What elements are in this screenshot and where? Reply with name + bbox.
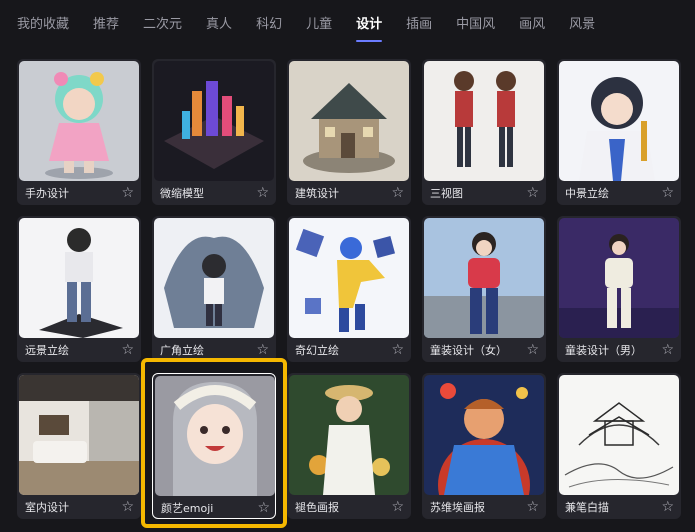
card-label: 广角立绘 [160, 344, 204, 357]
card-caption: 室内设计 ☆ [17, 495, 141, 519]
card-caption: 手办设计 ☆ [17, 181, 141, 205]
wide-angle-thumbnail [154, 218, 274, 338]
soviet-poster-thumbnail [424, 375, 544, 495]
tab-children[interactable]: 儿童 [306, 0, 332, 44]
tab-illustration[interactable]: 插画 [406, 0, 432, 44]
style-card[interactable]: 建筑设计 ☆ [287, 59, 411, 205]
card-caption: 奇幻立绘 ☆ [287, 338, 411, 362]
card-label: 奇幻立绘 [295, 344, 339, 357]
tab-recommended[interactable]: 推荐 [93, 0, 119, 44]
category-tabs: 我的收藏 推荐 二次元 真人 科幻 儿童 设计 插画 中国风 画风 风景 [0, 0, 695, 44]
style-card[interactable]: 微缩模型 ☆ [152, 59, 276, 205]
card-label: 苏维埃画报 [430, 501, 485, 514]
figurine-thumbnail [19, 61, 139, 181]
star-outline-icon[interactable]: ☆ [661, 186, 674, 200]
style-card[interactable]: 奇幻立绘 ☆ [287, 216, 411, 362]
style-card[interactable]: 远景立绘 ☆ [17, 216, 141, 362]
star-outline-icon[interactable]: ☆ [121, 500, 134, 514]
tab-anime[interactable]: 二次元 [143, 0, 182, 44]
card-label: 建筑设计 [295, 187, 339, 200]
medium-shot-thumbnail [559, 61, 679, 181]
star-outline-icon[interactable]: ☆ [256, 186, 269, 200]
tab-scifi[interactable]: 科幻 [256, 0, 282, 44]
card-label: 室内设计 [25, 501, 69, 514]
emoji-thumbnail [155, 376, 275, 496]
card-label: 三视图 [430, 187, 463, 200]
card-label: 颜艺emoji [161, 502, 214, 515]
star-outline-icon[interactable]: ☆ [121, 186, 134, 200]
architecture-thumbnail [289, 61, 409, 181]
style-card[interactable]: 三视图 ☆ [422, 59, 546, 205]
faded-poster-thumbnail [289, 375, 409, 495]
card-label: 童装设计（女） [430, 344, 507, 357]
style-card[interactable]: 褪色画报 ☆ [287, 373, 411, 519]
line-drawing-thumbnail [559, 375, 679, 495]
card-caption: 童装设计（男） ☆ [557, 338, 681, 362]
tab-realistic[interactable]: 真人 [206, 0, 232, 44]
style-card[interactable]: 苏维埃画报 ☆ [422, 373, 546, 519]
card-caption: 中景立绘 ☆ [557, 181, 681, 205]
card-label: 褪色画报 [295, 501, 339, 514]
card-label: 微缩模型 [160, 187, 204, 200]
style-card[interactable]: 中景立绘 ☆ [557, 59, 681, 205]
card-caption: 远景立绘 ☆ [17, 338, 141, 362]
card-label: 中景立绘 [565, 187, 609, 200]
tab-favorites[interactable]: 我的收藏 [17, 0, 69, 44]
tab-design[interactable]: 设计 [356, 0, 383, 44]
card-caption: 褪色画报 ☆ [287, 495, 411, 519]
card-caption: 童装设计（女） ☆ [422, 338, 546, 362]
tab-landscape[interactable]: 风景 [569, 0, 595, 44]
boys-clothing-thumbnail [559, 218, 679, 338]
girls-clothing-thumbnail [424, 218, 544, 338]
card-caption: 广角立绘 ☆ [152, 338, 276, 362]
tab-art-style[interactable]: 画风 [519, 0, 545, 44]
style-card[interactable]: 童装设计（女） ☆ [422, 216, 546, 362]
star-outline-icon[interactable]: ☆ [391, 343, 404, 357]
card-label: 远景立绘 [25, 344, 69, 357]
star-outline-icon[interactable]: ☆ [661, 500, 674, 514]
miniature-thumbnail [154, 61, 274, 181]
star-outline-icon[interactable]: ☆ [256, 343, 269, 357]
star-outline-icon[interactable]: ☆ [661, 343, 674, 357]
star-outline-icon[interactable]: ☆ [526, 500, 539, 514]
card-caption: 颜艺emoji ☆ [153, 496, 275, 518]
card-caption: 兼笔白描 ☆ [557, 495, 681, 519]
style-card[interactable]: 手办设计 ☆ [17, 59, 141, 205]
star-outline-icon[interactable]: ☆ [257, 501, 270, 515]
fantasy-thumbnail [289, 218, 409, 338]
card-label: 童装设计（男） [565, 344, 642, 357]
style-card-selected[interactable]: 颜艺emoji ☆ [152, 373, 276, 519]
star-outline-icon[interactable]: ☆ [526, 343, 539, 357]
card-caption: 苏维埃画报 ☆ [422, 495, 546, 519]
star-outline-icon[interactable]: ☆ [121, 343, 134, 357]
star-outline-icon[interactable]: ☆ [391, 500, 404, 514]
style-card[interactable]: 兼笔白描 ☆ [557, 373, 681, 519]
interior-thumbnail [19, 375, 139, 495]
tab-chinese-style[interactable]: 中国风 [456, 0, 495, 44]
star-outline-icon[interactable]: ☆ [391, 186, 404, 200]
card-caption: 微缩模型 ☆ [152, 181, 276, 205]
card-label: 手办设计 [25, 187, 69, 200]
card-caption: 建筑设计 ☆ [287, 181, 411, 205]
star-outline-icon[interactable]: ☆ [526, 186, 539, 200]
three-view-thumbnail [424, 61, 544, 181]
card-caption: 三视图 ☆ [422, 181, 546, 205]
card-label: 兼笔白描 [565, 501, 609, 514]
style-card[interactable]: 广角立绘 ☆ [152, 216, 276, 362]
full-shot-thumbnail [19, 218, 139, 338]
style-card[interactable]: 室内设计 ☆ [17, 373, 141, 519]
style-card[interactable]: 童装设计（男） ☆ [557, 216, 681, 362]
